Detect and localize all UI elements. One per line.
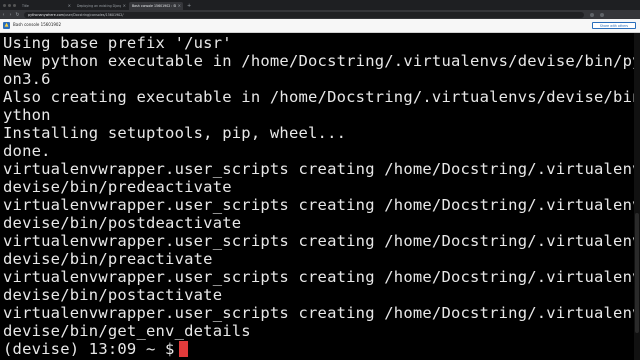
terminal-line: virtualenvwrapper.user_scripts creating …: [3, 232, 640, 250]
console-title: Bash console 15601902: [13, 22, 62, 27]
new-tab-icon[interactable]: +: [187, 3, 191, 10]
terminal-line: virtualenvwrapper.user_scripts creating …: [3, 160, 640, 178]
tab-label: Title: [22, 4, 29, 8]
tab-label: Bash console 15601902 : Stri…: [132, 4, 176, 8]
terminal[interactable]: Using base prefix '/usr' New python exec…: [0, 33, 640, 360]
terminal-line: devise/bin/predeactivate: [3, 178, 232, 196]
url-field[interactable]: pythonanywhere.com/user/Docstring/consol…: [24, 11, 584, 18]
url-host: pythonanywhere.com: [28, 12, 64, 17]
terminal-prompt: (devise) 13:09 ~ $: [3, 340, 175, 358]
close-icon[interactable]: ×: [123, 3, 126, 8]
console-header: ▲ Bash console 15601902 Share with other…: [0, 19, 640, 33]
tab-label: Deploying an existing Django …: [77, 4, 121, 8]
browser-tab-django[interactable]: Deploying an existing Django … ×: [74, 2, 128, 10]
close-icon[interactable]: ×: [178, 3, 181, 8]
terminal-line: devise/bin/preactivate: [3, 250, 213, 268]
back-icon[interactable]: ‹: [0, 12, 7, 18]
terminal-line: ython: [3, 106, 51, 124]
terminal-line: Also creating executable in /home/Docstr…: [3, 88, 640, 106]
terminal-scrollbar[interactable]: [634, 33, 640, 360]
forward-icon[interactable]: ›: [7, 12, 14, 18]
address-bar: ‹ › ↻ pythonanywhere.com/user/Docstring/…: [0, 10, 640, 19]
extension-icon[interactable]: [590, 12, 594, 17]
terminal-prompt-line[interactable]: (devise) 13:09 ~ $: [0, 340, 640, 358]
scrollbar-thumb[interactable]: [635, 213, 639, 333]
close-icon[interactable]: ×: [68, 3, 71, 8]
browser-tab-bar: Title × Deploying an existing Django … ×…: [0, 0, 640, 10]
terminal-line: virtualenvwrapper.user_scripts creating …: [3, 196, 640, 214]
terminal-line: Installing setuptools, pip, wheel...: [3, 124, 347, 142]
terminal-line: devise/bin/get_env_details: [3, 322, 251, 340]
share-button[interactable]: Share with others: [592, 22, 636, 29]
url-path: /user/Docstring/consoles/15601902/: [63, 12, 124, 17]
profile-icon[interactable]: [600, 12, 604, 17]
terminal-line: virtualenvwrapper.user_scripts creating …: [3, 268, 640, 286]
pythonanywhere-logo-icon[interactable]: ▲: [3, 22, 10, 29]
terminal-line: New python executable in /home/Docstring…: [3, 52, 640, 70]
terminal-line: devise/bin/postactivate: [3, 286, 223, 304]
terminal-line: on3.6: [3, 70, 51, 88]
terminal-line: virtualenvwrapper.user_scripts creating …: [3, 304, 640, 322]
browser-tab-title[interactable]: Title ×: [19, 2, 73, 10]
terminal-cursor: [178, 341, 188, 357]
terminal-line: devise/bin/postdeactivate: [3, 214, 242, 232]
terminal-line: done.: [3, 142, 51, 160]
terminal-line: Using base prefix '/usr': [3, 34, 232, 52]
browser-tab-bash-console[interactable]: Bash console 15601902 : Stri… ×: [129, 2, 183, 10]
reload-icon[interactable]: ↻: [14, 12, 21, 18]
